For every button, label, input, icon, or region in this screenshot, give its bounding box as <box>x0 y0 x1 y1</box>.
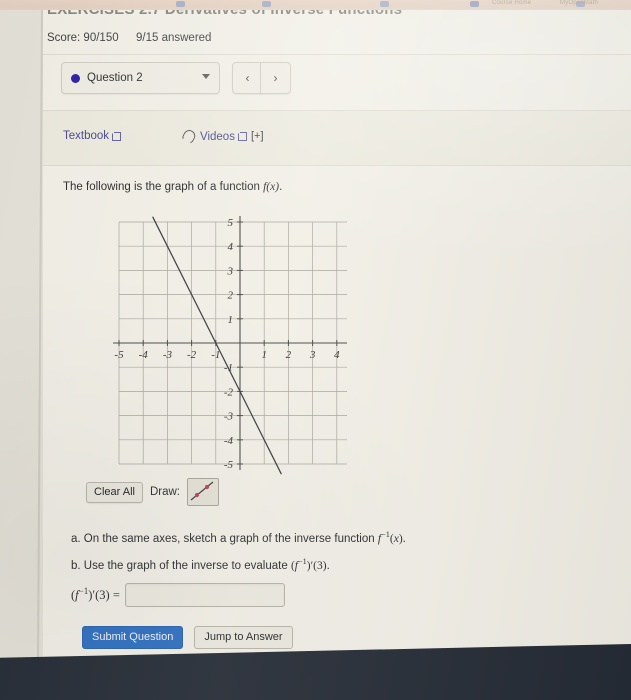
external-link-icon <box>112 131 122 141</box>
screen-photo: Course Home MyOpenMath EXERCISES 2.7 Der… <box>0 0 631 700</box>
part-b-body: Use the graph of the inverse to evaluate… <box>83 557 330 572</box>
browser-tab-favicon[interactable] <box>176 1 185 7</box>
browser-tab-favicon[interactable] <box>262 1 271 7</box>
draw-label: Draw: <box>149 486 180 498</box>
y-tick-label: -3 <box>224 411 234 423</box>
textbook-link-label: Textbook <box>63 130 110 142</box>
problem-prompt-period: . <box>279 181 283 193</box>
submit-question-button[interactable]: Submit Question <box>82 626 184 649</box>
line-segment-tool-icon <box>190 481 214 501</box>
expand-videos-button[interactable]: [+] <box>251 130 264 142</box>
browser-tab-favicon[interactable] <box>470 1 479 7</box>
part-a-text: a. On the same axes, sketch a graph of t… <box>71 530 406 545</box>
videos-link-label: Videos <box>200 130 235 143</box>
chevron-left-icon: ‹ <box>245 71 250 85</box>
answered-count-label: 9/15 answered <box>136 32 212 44</box>
question-navigation-band: Question 2 ‹ › <box>43 55 631 110</box>
x-tick-label: -4 <box>139 349 149 361</box>
x-tick-label: 2 <box>286 349 292 361</box>
y-tick-label: 1 <box>228 314 234 326</box>
resources-band: Textbook Videos [+] <box>43 111 631 165</box>
part-a-body: On the same axes, sketch a graph of the … <box>83 530 406 545</box>
score-row: Score: 90/150 9/15 answered <box>43 30 631 52</box>
y-tick-label: -2 <box>224 386 234 398</box>
score-label: Score: 90/150 <box>47 32 119 44</box>
x-tick-label: -3 <box>163 349 173 361</box>
assignment-content-card: EXERCISES 2.7 Derivatives of Inverse Fun… <box>43 10 631 672</box>
y-tick-label: 3 <box>227 265 234 277</box>
function-graph[interactable]: -5-4-3-2-112345-5-4-3-2-112345 <box>57 210 347 475</box>
x-tick-label: -2 <box>187 349 197 361</box>
answer-label: (f−1)′(3) = <box>71 586 120 603</box>
next-question-button[interactable]: › <box>260 62 291 94</box>
y-tick-label: 5 <box>228 217 234 229</box>
external-link-icon <box>237 132 247 141</box>
footer-buttons: Submit Question Jump to Answer <box>82 626 293 649</box>
y-tick-label: 2 <box>228 290 234 302</box>
question-select-dropdown[interactable]: Question 2 <box>61 62 220 94</box>
answer-row: (f−1)′(3) = <box>71 583 285 607</box>
problem-prompt: The following is the graph of a function… <box>63 181 282 193</box>
part-b-marker: b. <box>71 559 81 572</box>
y-tick-label: -4 <box>224 435 234 447</box>
page-title: EXERCISES 2.7 Derivatives of Inverse Fun… <box>47 10 402 18</box>
x-tick-label: 1 <box>261 349 267 361</box>
part-a-marker: a. <box>71 532 81 545</box>
divider <box>43 165 631 166</box>
textbook-link[interactable]: Textbook <box>63 130 122 142</box>
x-tick-label: 4 <box>334 349 340 361</box>
question-select-label: Question 2 <box>87 72 143 84</box>
problem-prompt-function: f(x) <box>263 181 280 193</box>
draw-toolbar: Clear All Draw: <box>86 478 219 506</box>
paperclip-icon <box>180 127 198 146</box>
browser-tabstrip[interactable]: Course Home MyOpenMath <box>0 0 631 9</box>
line-segment-tool-button[interactable] <box>187 478 219 506</box>
chevron-down-icon <box>202 74 210 79</box>
answer-input[interactable] <box>124 583 285 607</box>
graph-canvas[interactable]: -5-4-3-2-112345-5-4-3-2-112345 <box>57 210 347 475</box>
clear-all-button[interactable]: Clear All <box>86 481 143 503</box>
browser-tab-favicon[interactable] <box>380 1 389 7</box>
function-curve <box>152 216 282 475</box>
problem-prompt-text: The following is the graph of a function <box>63 181 264 193</box>
part-b-text: b. Use the graph of the inverse to evalu… <box>71 557 330 572</box>
question-status-dot <box>71 73 80 83</box>
x-tick-label: 3 <box>309 349 316 361</box>
videos-link[interactable]: Videos <box>180 127 247 146</box>
page-title-row: EXERCISES 2.7 Derivatives of Inverse Fun… <box>43 10 631 26</box>
y-tick-label: 4 <box>228 241 234 253</box>
chevron-right-icon: › <box>273 71 278 85</box>
y-tick-label: -5 <box>224 459 234 471</box>
x-tick-label: -5 <box>114 349 124 361</box>
browser-tab-title[interactable]: MyOpenMath <box>560 0 598 6</box>
previous-question-button[interactable]: ‹ <box>232 62 263 94</box>
browser-tab-title[interactable]: Course Home <box>492 0 531 6</box>
jump-to-answer-button[interactable]: Jump to Answer <box>194 626 293 649</box>
